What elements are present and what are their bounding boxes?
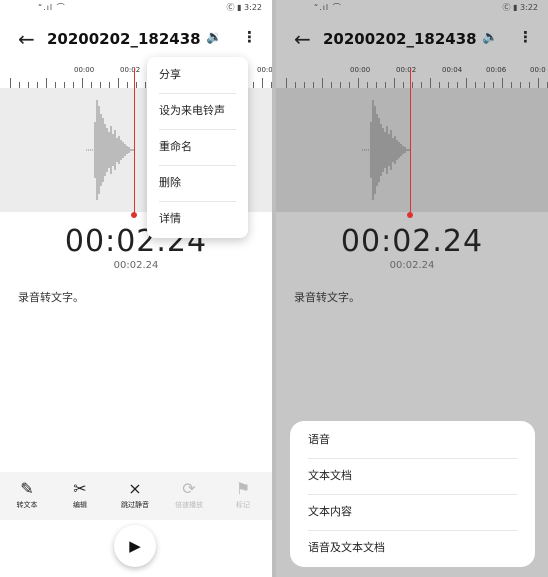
ruler-tick [262,78,263,88]
mark-label: 标记 [236,501,250,509]
ruler-tick [358,78,359,88]
status-bar: “.ıl ⌒ Ⓒ ▮ 3:22 [276,0,548,14]
menu-item-share[interactable]: 分享 [147,57,248,93]
status-right: Ⓒ ▮ 3:22 [226,3,262,12]
scissors-icon: ✂ [73,479,87,498]
sheet-item-text-content[interactable]: 文本内容 [290,494,535,530]
back-icon[interactable]: ← [294,28,311,50]
playhead-handle[interactable] [407,212,413,218]
volume-icon[interactable]: 🔉 [206,30,222,45]
ruler-label: 00:00 [350,66,371,74]
elapsed-time: 00:02.24 [340,224,484,259]
mute-icon: ⨯ [128,479,142,498]
transcript-text: 录音转文字。 [18,291,84,304]
sheet-item-audio[interactable]: 语音 [290,422,535,458]
ruler-tick [118,78,119,88]
ruler-label: 00:02 [120,66,141,74]
recording-title: 20200202_182438 [47,30,201,48]
status-bar: “.ıl ⌒ Ⓒ ▮ 3:22 [0,0,272,14]
menu-item-delete[interactable]: 删除 [147,165,248,201]
menu-item-set-ringtone[interactable]: 设为来电铃声 [147,93,248,129]
edit-button[interactable]: ✂ 编辑 [60,478,100,510]
ruler-label: 00:04 [442,66,463,74]
more-icon[interactable]: ⋮ [242,28,257,46]
skip-silence-label: 跳过静音 [121,501,149,509]
ruler-label: 00:00 [74,66,95,74]
ruler-tick [502,78,503,88]
timeline-ruler: 00:00 00:02 00:04 00:06 00:0 [276,62,548,89]
top-bar: ← 20200202_182438 🔉 ⋮ [0,26,272,54]
more-icon[interactable]: ⋮ [518,28,533,46]
speed-label: 倍速播放 [175,501,203,509]
right-screen: “.ıl ⌒ Ⓒ ▮ 3:22 ← 20200202_182438 🔉 ⋮ 00… [276,0,548,577]
sheet-item-text-document[interactable]: 文本文档 [290,458,535,494]
status-right: Ⓒ ▮ 3:22 [502,3,538,12]
signal-indicator: “.ıl ⌒ [314,3,342,12]
ruler-label: 00:02 [396,66,417,74]
to-text-button[interactable]: ✎ 转文本 [7,478,47,510]
bottom-toolbar: ✎ 转文本 ✂ 编辑 ⨯ 跳过静音 ⟳ 倍速播放 ⚑ 标记 [0,472,272,520]
ruler-tick [286,78,287,88]
menu-item-details[interactable]: 详情 [147,201,248,237]
skip-silence-button[interactable]: ⨯ 跳过静音 [115,478,155,510]
ruler-tick [466,78,467,88]
mark-button[interactable]: ⚑ 标记 [223,478,263,510]
ruler-label: 00:0 [530,66,546,74]
ruler-tick [82,78,83,88]
ruler-tick [430,78,431,88]
back-icon[interactable]: ← [18,28,35,50]
playhead[interactable] [134,68,135,216]
volume-icon[interactable]: 🔉 [482,30,498,45]
ruler-tick [538,78,539,88]
elapsed-time-small: 00:02.24 [113,260,159,271]
ruler-tick [394,78,395,88]
ruler-tick [322,78,323,88]
ruler-label: 00:0 [257,66,272,74]
speed-button[interactable]: ⟳ 倍速播放 [169,478,209,510]
left-screen: “.ıl ⌒ Ⓒ ▮ 3:22 ← 20200202_182438 🔉 ⋮ 00… [0,0,272,577]
bookmark-icon: ⚑ [235,479,251,498]
sheet-item-audio-and-document[interactable]: 语音及文本文档 [290,530,535,566]
overflow-menu: 分享 设为来电铃声 重命名 删除 详情 [147,57,248,238]
top-bar: ← 20200202_182438 🔉 ⋮ [276,26,548,54]
recording-title: 20200202_182438 [323,30,477,48]
transcript-text: 录音转文字。 [294,291,360,304]
to-text-icon: ✎ [20,479,34,498]
share-type-sheet: 语音 文本文档 文本内容 语音及文本文档 [290,421,535,567]
speed-icon: ⟳ [182,479,196,498]
playhead[interactable] [410,68,411,216]
play-icon: ▶ [129,537,141,555]
play-button[interactable]: ▶ [114,525,156,567]
elapsed-time-small: 00:02.24 [389,260,435,271]
playhead-handle[interactable] [131,212,137,218]
waveform [362,100,410,200]
to-text-label: 转文本 [16,501,38,509]
signal-indicator: “.ıl ⌒ [38,3,66,12]
edit-label: 编辑 [73,501,87,509]
menu-item-rename[interactable]: 重命名 [147,129,248,165]
ruler-tick [10,78,11,88]
ruler-label: 00:06 [486,66,507,74]
ruler-tick [46,78,47,88]
waveform-area[interactable] [276,88,548,212]
